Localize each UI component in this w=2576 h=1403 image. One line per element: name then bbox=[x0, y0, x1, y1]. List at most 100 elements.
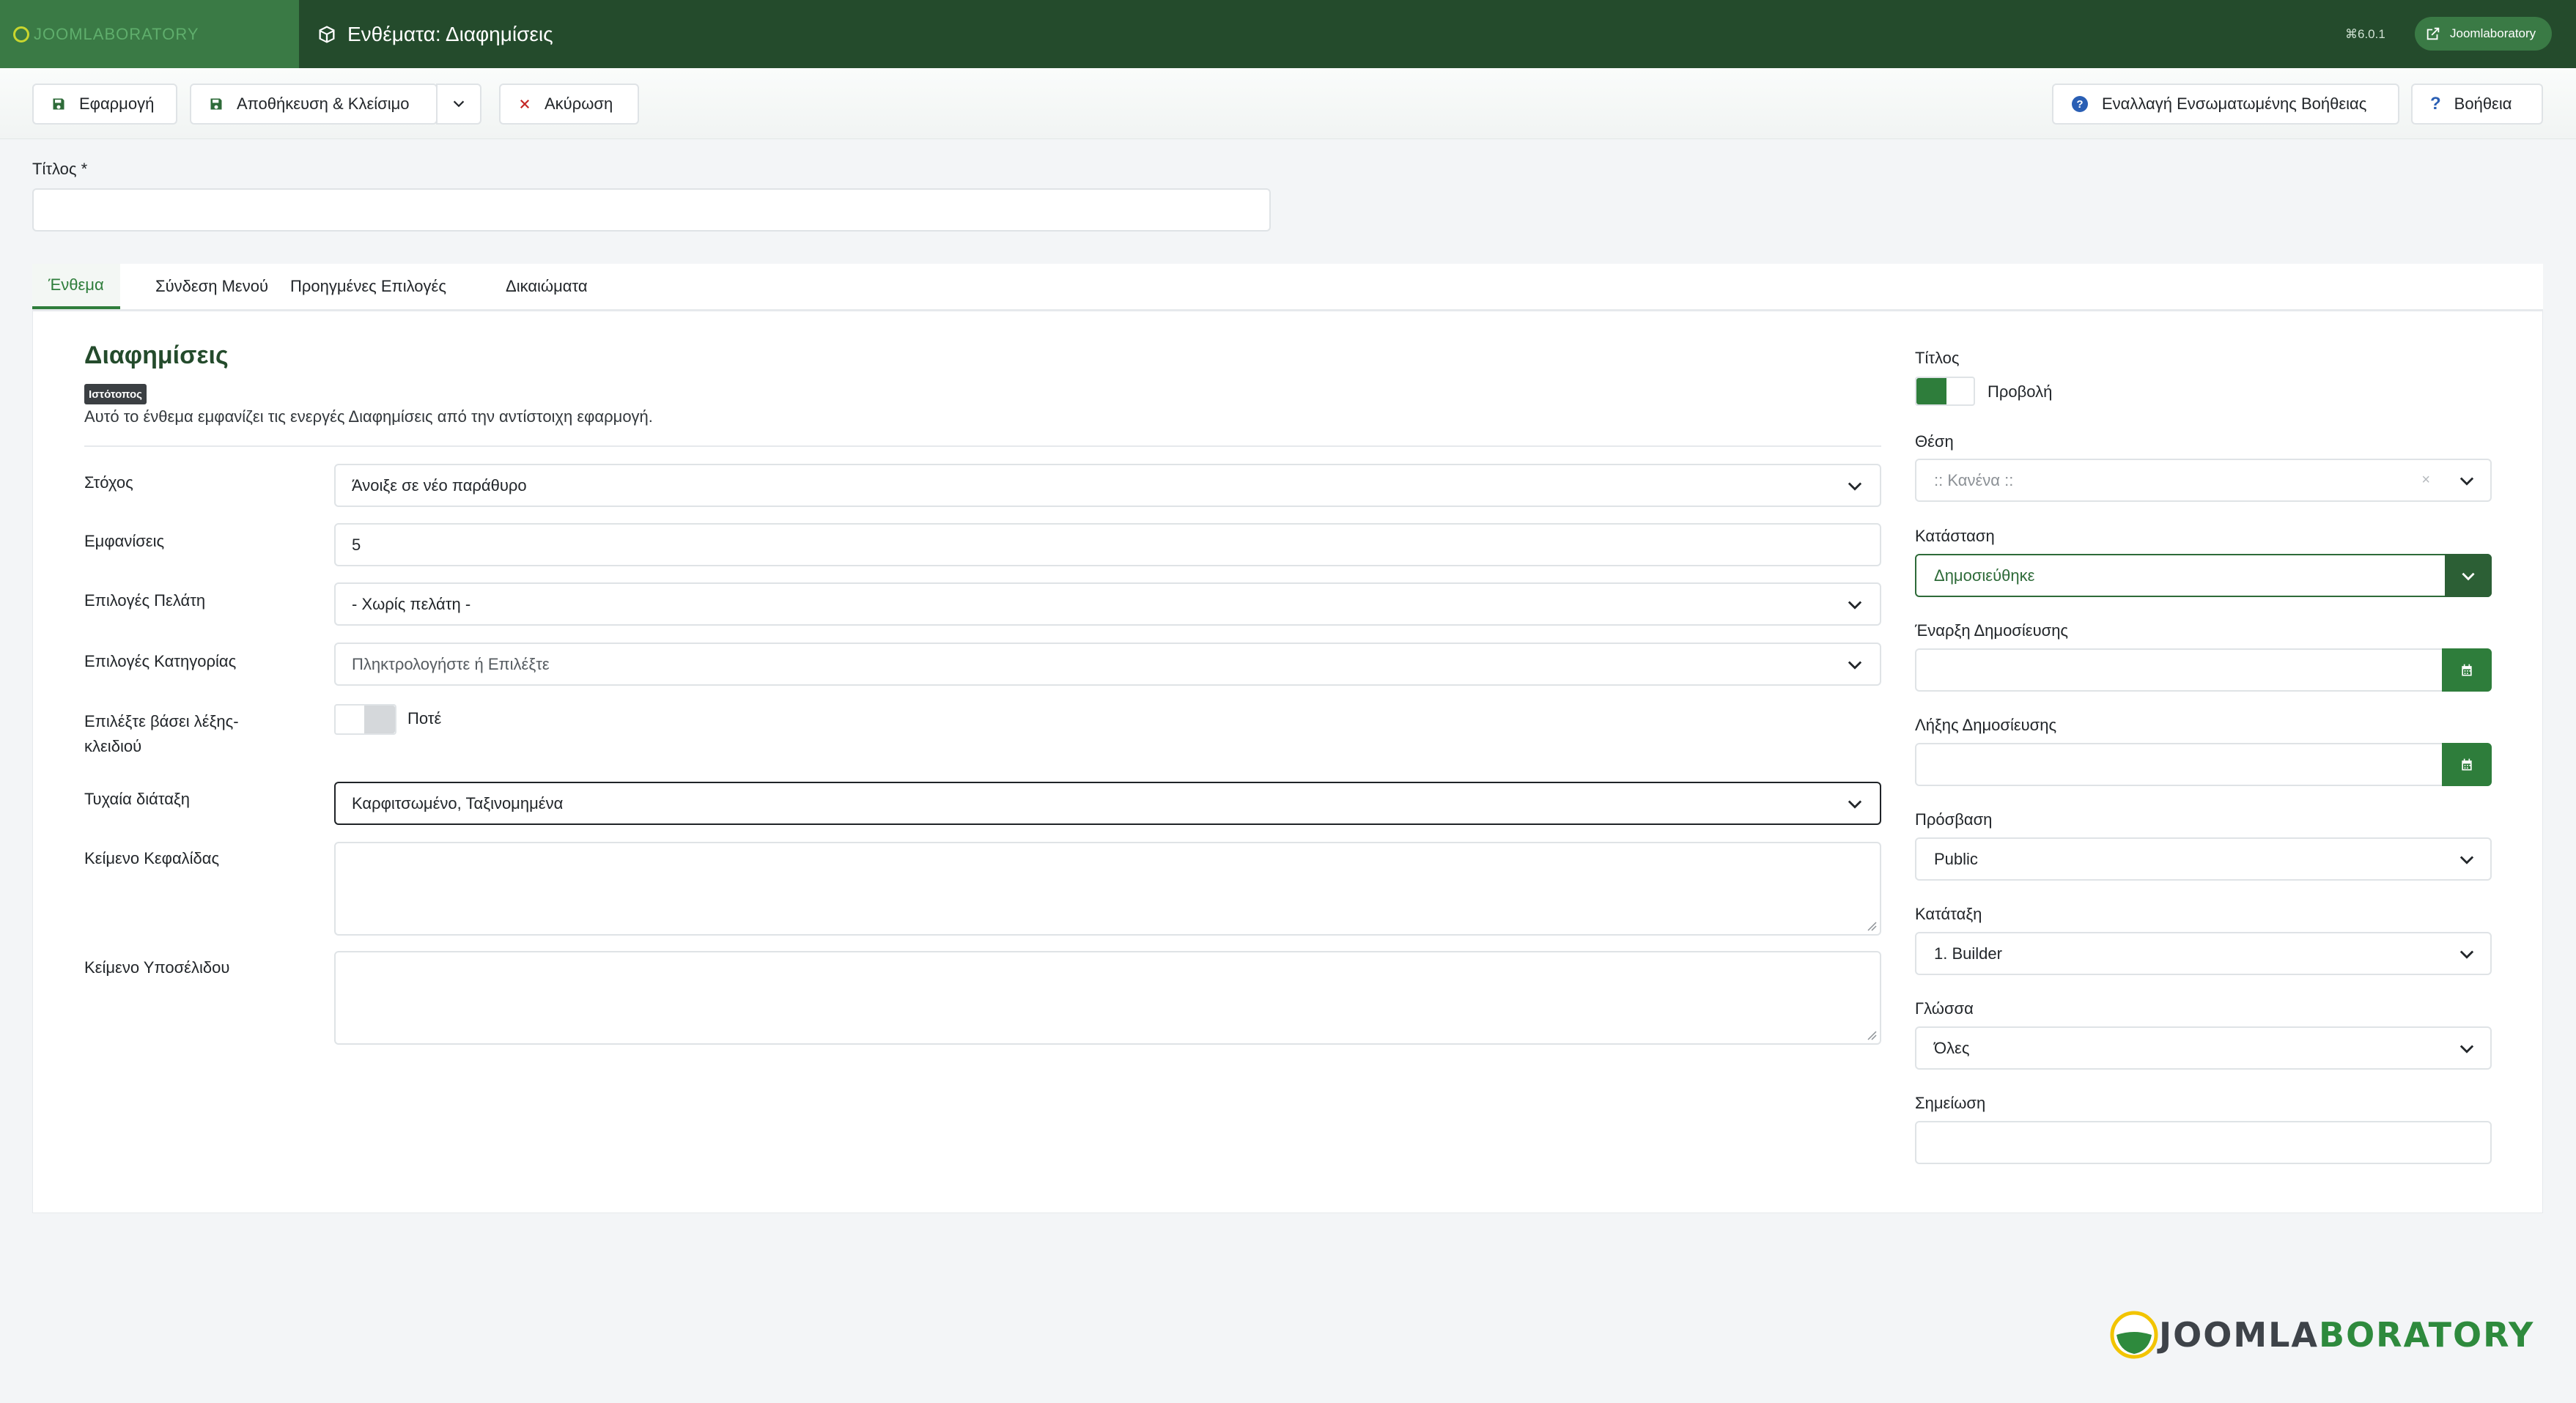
publish-up-input[interactable] bbox=[1915, 648, 2492, 692]
target-select[interactable]: Άνοιξε σε νέο παράθυρο bbox=[334, 464, 1881, 507]
chevron-down-icon bbox=[2462, 572, 2475, 580]
resize-grip-icon[interactable] bbox=[1867, 1030, 1877, 1040]
status-label: Κατάσταση bbox=[1915, 527, 1995, 545]
joomlaboratory-logo-icon bbox=[2110, 1311, 2158, 1359]
save-icon bbox=[209, 97, 224, 111]
save-close-label: Αποθήκευση & Κλείσιμο bbox=[237, 95, 410, 113]
status-select[interactable]: Δημοσιεύθηκε bbox=[1915, 554, 2492, 597]
header-text-textarea[interactable] bbox=[334, 842, 1881, 936]
site-badge: Ιστότοπος bbox=[84, 384, 147, 404]
question-circle-icon: ? bbox=[2071, 95, 2089, 113]
footer-text-textarea[interactable] bbox=[334, 951, 1881, 1045]
publish-up-label: Έναρξη Δημοσίευσης bbox=[1915, 621, 2069, 640]
show-title-toggle[interactable] bbox=[1915, 377, 1975, 406]
resize-grip-icon[interactable] bbox=[1867, 921, 1877, 931]
module-description: Αυτό το ένθεμα εμφανίζει τις ενεργές Δια… bbox=[84, 407, 653, 426]
calendar-icon bbox=[2462, 758, 2472, 770]
save-close-button[interactable]: Αποθήκευση & Κλείσιμο bbox=[190, 84, 481, 125]
tab-menu-assignment[interactable]: Σύνδεση Μενού bbox=[139, 264, 284, 309]
brand-logo[interactable]: JOOMLABORATORY bbox=[0, 0, 299, 68]
access-select[interactable]: Public bbox=[1915, 837, 2492, 881]
client-select[interactable]: - Χωρίς πελάτη - bbox=[334, 582, 1881, 626]
show-title-label: Τίτλος bbox=[1915, 349, 1960, 367]
chevron-down-icon bbox=[2459, 1045, 2474, 1054]
publish-down-input[interactable] bbox=[1915, 743, 2492, 786]
view-site-label: Joomlaboratory bbox=[2450, 26, 2536, 40]
inline-help-label: Εναλλαγή Ενσωματωμένης Βοήθειας bbox=[2102, 95, 2367, 113]
title-label: Τίτλος * bbox=[32, 160, 88, 178]
save-icon bbox=[51, 97, 66, 111]
logo-text: JOOMLABORATORY bbox=[34, 24, 199, 43]
category-placeholder: Πληκτρολογήστε ή Επιλέξτε bbox=[352, 654, 550, 673]
count-value: 5 bbox=[352, 535, 361, 554]
toolbar: Εφαρμογή Αποθήκευση & Κλείσιμο Ακύρωση ?… bbox=[0, 68, 2576, 139]
note-label: Σημείωση bbox=[1915, 1094, 1986, 1112]
apply-button[interactable]: Εφαρμογή bbox=[32, 84, 177, 125]
version-label: ⌘6.0.1 bbox=[2345, 26, 2385, 41]
title-input[interactable] bbox=[32, 188, 1271, 232]
help-label: Βοήθεια bbox=[2454, 95, 2512, 113]
chevron-down-icon bbox=[1848, 601, 1862, 610]
ordering-value: Καρφιτσωμένο, Ταξινομημένα bbox=[352, 793, 564, 812]
position-value: :: Κανένα :: bbox=[1934, 470, 2014, 489]
save-dropdown-toggle[interactable] bbox=[436, 84, 481, 125]
page-title: Ενθέματα: Διαφημίσεις bbox=[317, 0, 553, 68]
keyword-toggle[interactable] bbox=[334, 704, 396, 735]
footer-logo-text-1: JOOMLA bbox=[2159, 1315, 2319, 1355]
client-value: - Χωρίς πελάτη - bbox=[352, 594, 471, 613]
category-select[interactable]: Πληκτρολογήστε ή Επιλέξτε bbox=[334, 643, 1881, 686]
toggle-knob bbox=[1916, 378, 1946, 404]
chevron-down-icon bbox=[453, 100, 465, 108]
footer-text-label: Κείμενο Υποσέλιδου bbox=[84, 958, 230, 977]
svg-text:?: ? bbox=[2076, 98, 2083, 111]
publish-up-calendar-button[interactable] bbox=[2442, 648, 2492, 692]
apply-label: Εφαρμογή bbox=[79, 95, 155, 113]
ordering-select[interactable]: Καρφιτσωμένο, Ταξινομημένα bbox=[334, 782, 1881, 825]
toggle-inline-help-button[interactable]: ? Εναλλαγή Ενσωματωμένης Βοήθειας bbox=[2052, 84, 2399, 125]
chevron-down-icon bbox=[1848, 482, 1862, 491]
language-select[interactable]: Όλες bbox=[1915, 1026, 2492, 1070]
publish-down-calendar-button[interactable] bbox=[2442, 743, 2492, 786]
position-select[interactable]: :: Κανένα :: × bbox=[1915, 459, 2492, 502]
tab-permissions[interactable]: Δικαιώματα bbox=[490, 264, 604, 309]
cube-icon bbox=[319, 25, 335, 43]
page-title-text: Ενθέματα: Διαφημίσεις bbox=[347, 22, 553, 45]
view-site-button[interactable]: Joomlaboratory bbox=[2415, 17, 2553, 51]
count-input[interactable]: 5 bbox=[334, 523, 1881, 566]
client-label: Επιλογές Πελάτη bbox=[84, 591, 206, 610]
toggle-knob bbox=[364, 706, 395, 733]
ordering-side-select[interactable]: 1. Builder bbox=[1915, 932, 2492, 975]
header-text-label: Κείμενο Κεφαλίδας bbox=[84, 849, 220, 867]
category-label: Επιλογές Κατηγορίας bbox=[84, 652, 237, 670]
cancel-button[interactable]: Ακύρωση bbox=[499, 84, 639, 125]
chevron-down-icon bbox=[1848, 661, 1862, 670]
clear-icon[interactable]: × bbox=[2421, 472, 2430, 489]
show-title-toggle-label: Προβολή bbox=[1988, 382, 2053, 401]
tab-module[interactable]: Ένθεμα bbox=[32, 264, 120, 309]
language-label: Γλώσσα bbox=[1915, 999, 1974, 1018]
divider bbox=[84, 445, 1881, 447]
footer-logo: JOOMLA BORATORY bbox=[2109, 1309, 2534, 1361]
calendar-icon bbox=[2462, 664, 2472, 675]
status-value: Δημοσιεύθηκε bbox=[1934, 566, 2035, 585]
footer-logo-text-2: BORATORY bbox=[2319, 1315, 2535, 1355]
ordering-side-value: 1. Builder bbox=[1934, 944, 2002, 963]
question-icon: ? bbox=[2430, 94, 2441, 114]
keyword-toggle-label: Ποτέ bbox=[407, 709, 442, 728]
cancel-label: Ακύρωση bbox=[545, 95, 613, 113]
external-link-icon bbox=[2426, 27, 2440, 40]
count-label: Εμφανίσεις bbox=[84, 532, 165, 550]
help-button[interactable]: ? Βοήθεια bbox=[2411, 84, 2543, 125]
publish-down-label: Λήξης Δημοσίευσης bbox=[1915, 716, 2057, 734]
chevron-down-icon bbox=[2459, 477, 2474, 486]
chevron-down-icon bbox=[1848, 800, 1862, 809]
logo-icon bbox=[13, 26, 29, 42]
module-name: Διαφημίσεις bbox=[84, 341, 229, 369]
status-dropdown-toggle[interactable] bbox=[2445, 554, 2492, 597]
note-input[interactable] bbox=[1915, 1121, 2492, 1164]
target-label: Στόχος bbox=[84, 473, 133, 492]
access-label: Πρόσβαση bbox=[1915, 810, 1993, 829]
keyword-label: Επιλέξτε βάσει λέξης-κλειδιού bbox=[84, 712, 239, 755]
top-header: JOOMLABORATORY Ενθέματα: Διαφημίσεις ⌘6.… bbox=[0, 0, 2576, 68]
tab-advanced[interactable]: Προηγμένες Επιλογές bbox=[274, 264, 462, 309]
